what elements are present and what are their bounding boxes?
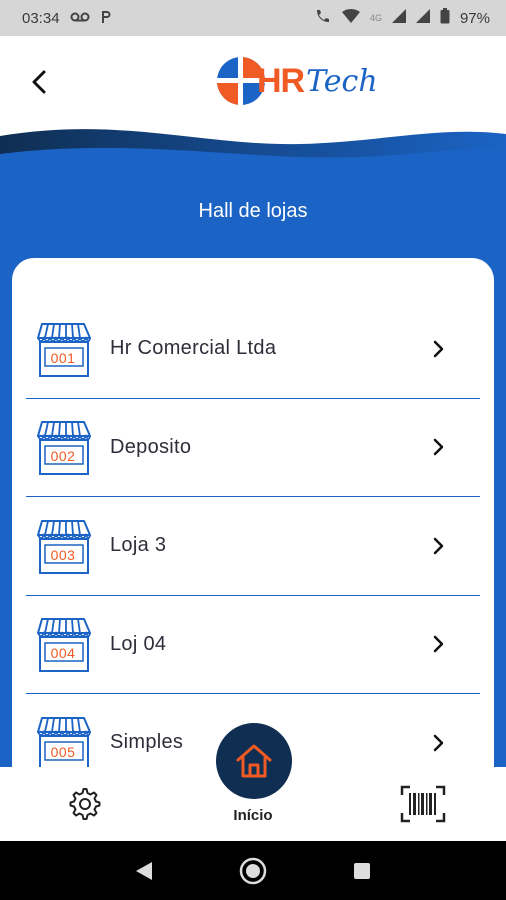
store-icon: 002 (36, 418, 94, 476)
signal-icon (391, 9, 406, 27)
store-code: 003 (50, 546, 76, 563)
header-wave (0, 129, 506, 166)
store-name: Simples (110, 731, 184, 754)
battery-icon (440, 8, 450, 28)
barcode-icon (400, 785, 446, 823)
voicemail-icon (70, 10, 90, 26)
chevron-right-icon (433, 439, 444, 456)
list-item[interactable]: 002 Deposito (26, 399, 480, 497)
list-item[interactable]: 004 Loj 04 (26, 596, 480, 694)
store-code: 005 (50, 743, 76, 760)
store-name: Loja 3 (110, 534, 167, 557)
logo-text-tech: Tech (306, 63, 378, 99)
system-back-button[interactable] (129, 856, 159, 886)
status-time: 03:34 (22, 9, 60, 27)
chevron-right-icon (433, 340, 444, 357)
barcode-scan-button[interactable] (400, 785, 446, 823)
page-title: Hall de lojas (198, 200, 308, 222)
chevron-right-icon (433, 636, 444, 653)
store-icon: 003 (36, 517, 94, 575)
system-nav-bar (0, 841, 506, 900)
list-item[interactable]: 003 Loja 3 (26, 497, 480, 596)
store-icon: 001 (36, 320, 94, 378)
store-name: Loj 04 (110, 632, 167, 655)
circle-home-icon (239, 857, 267, 884)
store-code: 001 (50, 349, 76, 366)
home-button[interactable] (216, 723, 292, 799)
square-recents-icon (353, 862, 370, 879)
hrtech-logo: HR Tech (215, 54, 378, 108)
store-code: 002 (50, 448, 76, 465)
store-code: 004 (50, 645, 76, 662)
system-recents-button[interactable] (347, 856, 377, 886)
chevron-left-icon (32, 70, 46, 94)
store-name: Hr Comercial Ltda (110, 337, 277, 360)
app-header: HR Tech (0, 36, 506, 166)
store-icon: 005 (36, 714, 94, 772)
logo-text-hr: HR (257, 61, 305, 100)
home-icon (236, 744, 272, 778)
chevron-right-icon (433, 537, 444, 554)
p-icon (100, 10, 112, 27)
back-button[interactable] (24, 64, 54, 100)
store-list: 001 Hr Comercial Ltda 002 Deposito 003 L… (26, 300, 480, 793)
store-name: Deposito (110, 435, 192, 458)
system-home-button[interactable] (238, 856, 268, 886)
triangle-back-icon (136, 861, 153, 880)
list-item[interactable]: 001 Hr Comercial Ltda (26, 300, 480, 399)
battery-percent: 97% (459, 9, 490, 27)
wifi-calling-icon (314, 8, 332, 28)
status-bar: 03:34 4G 97% (0, 0, 506, 36)
signal-icon-2 (415, 9, 430, 27)
chevron-right-icon (433, 734, 444, 751)
wifi-icon (341, 9, 360, 27)
network-label: 4G (369, 13, 382, 23)
store-icon: 004 (36, 615, 94, 673)
bottom-nav: Início (0, 723, 506, 841)
